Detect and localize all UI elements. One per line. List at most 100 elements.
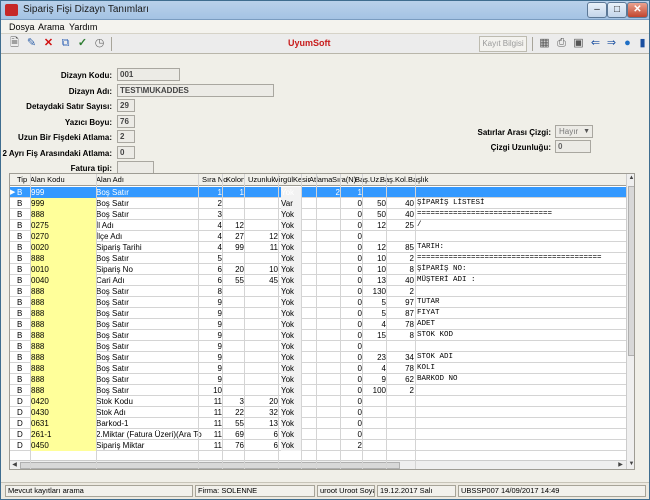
cell-bas-uz[interactable]: 9 xyxy=(362,374,386,385)
cell-sira-n[interactable]: 0 xyxy=(340,385,362,396)
cell-tip[interactable]: B xyxy=(17,220,29,231)
cell-kolon[interactable]: 76 xyxy=(222,440,244,451)
cell-baslik[interactable]: TARIH: xyxy=(417,242,625,253)
cell-sira-no[interactable]: 9 xyxy=(198,308,222,319)
cell-sira-no[interactable]: 11 xyxy=(198,440,222,451)
cell-bas-kol[interactable]: 40 xyxy=(386,198,414,209)
cell-tip[interactable]: B xyxy=(17,308,29,319)
cell-tip[interactable]: B xyxy=(17,341,29,352)
cell-alan-adi[interactable]: İlçe Adı xyxy=(96,231,200,242)
table-row[interactable]: B 888 Boş Satır 8 Yok 0 130 2 xyxy=(10,286,626,297)
dizayn-adi-field[interactable]: TEST\MUKADDES xyxy=(117,84,274,97)
cell-tip[interactable]: B xyxy=(17,319,29,330)
cell-alan-kodu[interactable]: 888 xyxy=(30,363,96,374)
cell-kolon[interactable]: 12 xyxy=(222,220,244,231)
cell-alan-adi[interactable]: Boş Satır xyxy=(96,341,200,352)
table-row[interactable]: B 888 Boş Satır 9 Yok 0 9 62 BARKOD NO xyxy=(10,374,626,385)
scroll-up-icon[interactable]: ▲ xyxy=(627,174,634,183)
table-row[interactable]: B 888 Boş Satır 9 Yok 0 xyxy=(10,341,626,352)
delete-icon[interactable]: ✕ xyxy=(41,36,56,51)
cell-virgul[interactable]: Yok xyxy=(281,308,301,319)
cell-sira-n[interactable]: 0 xyxy=(340,308,362,319)
cell-alan-adi[interactable]: Sipariş Tarihi xyxy=(96,242,200,253)
cell-tip[interactable]: D xyxy=(17,429,29,440)
col-header-atlama[interactable]: Atlama xyxy=(309,175,332,184)
cizgi-uzunlugu-field[interactable]: 0 xyxy=(555,140,591,153)
cell-kolon[interactable]: 27 xyxy=(222,231,244,242)
cell-tip[interactable]: B xyxy=(17,209,29,220)
cell-uzunluk[interactable]: 11 xyxy=(244,242,278,253)
cell-tip[interactable]: D xyxy=(17,440,29,451)
web-globe-icon[interactable]: ● xyxy=(620,36,635,51)
cell-alan-kodu[interactable]: 999 xyxy=(30,198,96,209)
cell-tip[interactable]: B xyxy=(17,253,29,264)
col-header-uzunluk[interactable]: Uzunluk xyxy=(248,175,275,184)
cell-virgul[interactable]: Yok xyxy=(281,407,301,418)
cell-alan-kodu[interactable]: 888 xyxy=(30,308,96,319)
cell-bas-uz[interactable]: 100 xyxy=(362,385,386,396)
cell-sira-no[interactable]: 1 xyxy=(198,187,222,198)
cell-baslik[interactable]: MÜŞTERİ ADI : xyxy=(417,275,625,286)
cell-atlama[interactable]: 2 xyxy=(316,187,340,198)
table-row[interactable]: D 0450 Sipariş Miktar 11 76 6 Yok 2 xyxy=(10,440,626,451)
cell-sira-n[interactable]: 0 xyxy=(340,253,362,264)
cell-bas-uz[interactable]: 5 xyxy=(362,297,386,308)
dizayn-kodu-field[interactable]: 001 xyxy=(117,68,180,81)
cell-virgul[interactable]: Yok xyxy=(281,363,301,374)
ayri-fis-field[interactable]: 0 xyxy=(117,146,135,159)
table-row[interactable]: B 0270 İlçe Adı 4 27 12 Yok 0 xyxy=(10,231,626,242)
cell-alan-kodu[interactable]: 0631 xyxy=(30,418,96,429)
arrow-left-icon[interactable]: ⇐ xyxy=(588,36,603,51)
cell-sira-no[interactable]: 6 xyxy=(198,275,222,286)
cell-sira-no[interactable]: 4 xyxy=(198,242,222,253)
cell-sira-no[interactable]: 11 xyxy=(198,429,222,440)
cell-sira-n[interactable]: 0 xyxy=(340,374,362,385)
table-row[interactable]: B 999 Boş Satır 2 Var 0 50 40 ŞİPARİŞ LİSTESİ xyxy=(10,198,626,209)
cell-tip[interactable]: B xyxy=(17,330,29,341)
horizontal-scrollbar[interactable]: ◀ ▶ xyxy=(10,460,626,469)
cell-sira-n[interactable]: 0 xyxy=(340,286,362,297)
cell-bas-uz[interactable]: 4 xyxy=(362,363,386,374)
cell-alan-kodu[interactable]: 999 xyxy=(30,187,96,198)
cell-virgul[interactable]: Yok xyxy=(281,330,301,341)
cell-virgul[interactable]: Yok xyxy=(281,418,301,429)
cell-bas-uz[interactable]: 4 xyxy=(362,319,386,330)
copy-icon[interactable]: ⧉ xyxy=(58,36,73,51)
cell-sira-no[interactable]: 9 xyxy=(198,297,222,308)
cell-alan-adi[interactable]: Boş Satır xyxy=(96,253,200,264)
cell-bas-uz[interactable]: 10 xyxy=(362,253,386,264)
cell-virgul[interactable]: Yok xyxy=(281,275,301,286)
cell-alan-adi[interactable]: 2.Miktar (Fatura Üzeri)(Ara To xyxy=(96,429,202,440)
calculator-icon[interactable]: ▦ xyxy=(537,36,552,51)
cell-uzunluk[interactable]: 20 xyxy=(244,396,278,407)
cell-tip[interactable]: B xyxy=(17,231,29,242)
kayit-bilgisi-button[interactable]: Kayıt Bilgisi xyxy=(479,36,527,52)
cell-bas-uz[interactable]: 50 xyxy=(362,198,386,209)
arrow-right-icon[interactable]: ⇒ xyxy=(604,36,619,51)
cell-bas-uz[interactable]: 15 xyxy=(362,330,386,341)
col-header-bas-kol[interactable]: Baş.Kol. xyxy=(380,175,408,184)
menu-yardim[interactable]: Yardım xyxy=(69,22,97,32)
cell-alan-kodu[interactable]: 0275 xyxy=(30,220,96,231)
cell-tip[interactable]: D xyxy=(17,396,29,407)
table-row[interactable]: B 888 Boş Satır 9 Yok 0 23 34 STOK ADI xyxy=(10,352,626,363)
cell-baslik[interactable]: STOK KOD xyxy=(417,330,625,341)
cell-tip[interactable]: B xyxy=(17,374,29,385)
confirm-icon[interactable]: ✓ xyxy=(75,36,90,51)
scroll-left-icon[interactable]: ◀ xyxy=(10,461,19,469)
cell-sira-no[interactable]: 6 xyxy=(198,264,222,275)
cell-alan-adi[interactable]: Sipariş Miktar xyxy=(96,440,200,451)
cell-tip[interactable]: B xyxy=(17,352,29,363)
cell-alan-kodu[interactable]: 888 xyxy=(30,341,96,352)
cell-bas-kol[interactable]: 34 xyxy=(386,352,414,363)
edit-icon[interactable]: ✎ xyxy=(24,36,39,51)
cell-bas-kol[interactable]: 78 xyxy=(386,319,414,330)
cell-uzunluk[interactable]: 13 xyxy=(244,418,278,429)
cell-alan-adi[interactable]: Sipariş No xyxy=(96,264,200,275)
cell-alan-adi[interactable]: Boş Satır xyxy=(96,363,200,374)
cell-virgul[interactable]: Yok xyxy=(281,242,301,253)
cell-alan-adi[interactable]: Boş Satır xyxy=(96,297,200,308)
cell-sira-n[interactable]: 0 xyxy=(340,231,362,242)
cell-alan-adi[interactable]: Boş Satır xyxy=(96,286,200,297)
cell-baslik[interactable]: ŞİPARİŞ LİSTESİ xyxy=(417,198,625,209)
